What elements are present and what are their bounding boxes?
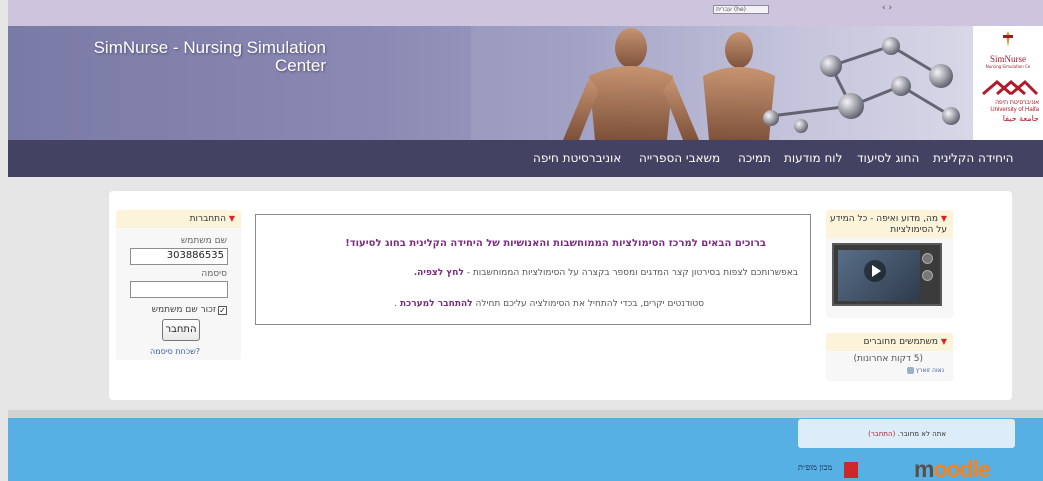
- tv-knobs: [922, 253, 936, 293]
- moodle-logo-m: m: [914, 456, 934, 481]
- login-button[interactable]: התחבר: [162, 319, 200, 341]
- partner-logo-text: מכון מופ״ת: [798, 463, 833, 472]
- nav-item-support[interactable]: תמיכה: [738, 151, 771, 165]
- password-input[interactable]: [130, 281, 228, 298]
- site-header: SimNurse - Nursing Simulation Center Sim…: [8, 26, 1043, 140]
- haifa-emblem-icon: [982, 79, 1039, 96]
- tv-knob-icon: [922, 270, 933, 281]
- welcome-video-text: באפשרותכם לצפות בסירטון קצר המדגים ומספר…: [414, 268, 798, 278]
- login-block: ▼ התחברות שם משתמש 303886535 סיסמה ✓ זכו…: [116, 210, 241, 360]
- site-title: SimNurse - Nursing Simulation Center: [93, 38, 326, 75]
- forgot-password-link[interactable]: שכחת סיסמה?: [150, 347, 200, 356]
- topbar-misc: ‹ ›: [882, 3, 893, 13]
- watch-video-link[interactable]: לחץ לצפיה.: [414, 268, 464, 278]
- video-thumbnail[interactable]: [832, 243, 942, 306]
- haifa-arabic-name: جامعة حيفا: [1002, 114, 1039, 123]
- top-bar: עברית (he) ‹ ›: [8, 0, 1043, 26]
- login-block-header[interactable]: ▼ התחברות: [116, 210, 241, 228]
- logo-area: SimNurse Nursing Simulation Ce אוניברסיט…: [973, 26, 1043, 140]
- collapse-caret-icon[interactable]: ▼: [941, 214, 947, 223]
- nav-item-library-resources[interactable]: משאבי הספרייה: [639, 151, 720, 165]
- password-label: סיסמה: [201, 269, 227, 279]
- haifa-english-name: University of Haifa: [990, 107, 1039, 113]
- welcome-video-description: באפשרותכם לצפות בסירטון קצר המדגים ומספר…: [466, 268, 798, 278]
- online-users-title: משתמשים מחוברים: [863, 337, 938, 347]
- welcome-box: ברוכים הבאים למרכז הסימולציות הממוחשבות …: [255, 214, 811, 325]
- haifa-hebrew-name: אוניברסיטת חיפה: [995, 100, 1039, 106]
- login-status-text: אתה לא מחובר.: [897, 430, 946, 438]
- nav-item-nursing-department[interactable]: החוג לסיעוד: [857, 151, 919, 165]
- nav-item-notice-board[interactable]: לוח מודעות: [784, 151, 842, 165]
- moodle-logo-rest: oodle: [933, 456, 990, 481]
- remember-username-label: זכור שם משתמש: [151, 305, 216, 315]
- page-footer: אתה לא מחובר. (התחבר) מכון מופ״ת moodle: [8, 418, 1043, 481]
- remember-username-checkbox[interactable]: ✓: [218, 305, 227, 315]
- system-login-link[interactable]: להתחבר למערכת: [400, 299, 473, 309]
- welcome-title: ברוכים הבאים למרכז הסימולציות הממוחשבות …: [345, 238, 766, 249]
- moodle-logo[interactable]: moodle: [914, 456, 991, 481]
- user-icon: [906, 367, 914, 374]
- collapse-caret-icon[interactable]: ▼: [941, 337, 947, 346]
- footer-login-link[interactable]: (התחבר): [868, 430, 895, 438]
- simnurse-emblem-icon: [1003, 31, 1013, 47]
- tv-knob-icon: [922, 253, 933, 264]
- login-info: אתה לא מחובר. (התחבר): [798, 419, 1015, 448]
- online-users-header[interactable]: ▼ משתמשים מחוברים: [826, 333, 953, 351]
- simnurse-subtitle: Nursing Simulation Ce: [985, 64, 1031, 69]
- hero-image: [471, 26, 981, 140]
- simulation-info-block: ▼ מה, מדוע ואיפה - כל המידע על הסימולציו…: [826, 210, 953, 318]
- welcome-login-text: סטודנטים יקרים, בכדי להתחיל את הסימולציה…: [394, 299, 704, 309]
- simulation-info-header[interactable]: ▼ מה, מדוע ואיפה - כל המידע על הסימולציו…: [826, 210, 953, 238]
- footer-divider: [8, 410, 1043, 418]
- welcome-login-description: סטודנטים יקרים, בכדי להתחיל את הסימולציה…: [475, 299, 705, 309]
- simnurse-logo: SimNurse Nursing Simulation Ce: [973, 26, 1043, 76]
- online-users-period: (5 דקות אחרונות): [853, 354, 923, 364]
- simnurse-name: SimNurse: [990, 54, 1026, 64]
- online-users-block: ▼ משתמשים מחוברים (5 דקות אחרונות) נאוה …: [826, 333, 953, 381]
- login-block-title: התחברות: [189, 214, 226, 224]
- play-icon[interactable]: [864, 260, 886, 282]
- online-user-entry[interactable]: נאוה זוארץ: [906, 367, 944, 374]
- partner-logo-mark-icon: [844, 462, 858, 478]
- username-label: שם משתמש: [180, 236, 227, 246]
- welcome-login-period: .: [394, 299, 398, 309]
- partner-logo: מכון מופ״ת: [798, 460, 898, 481]
- nav-item-university-of-haifa[interactable]: אוניברסיטת חיפה: [533, 151, 621, 165]
- nav-item-clinical-unit[interactable]: היחידה הקלינית: [933, 151, 1013, 165]
- remember-username-row: ✓ זכור שם משתמש: [152, 305, 227, 315]
- username-input[interactable]: 303886535: [130, 248, 228, 265]
- haifa-university-logo: אוניברסיטת חיפה University of Haifa جامع…: [973, 78, 1043, 138]
- simulation-info-title: מה, מדוע ואיפה - כל המידע על הסימולציות: [830, 214, 947, 235]
- language-select[interactable]: עברית (he): [713, 5, 769, 14]
- collapse-caret-icon[interactable]: ▼: [229, 214, 235, 223]
- main-navigation: היחידה הקלינית החוג לסיעוד לוח מודעות תמ…: [8, 140, 1043, 177]
- online-user-name[interactable]: נאוה זוארץ: [916, 367, 944, 374]
